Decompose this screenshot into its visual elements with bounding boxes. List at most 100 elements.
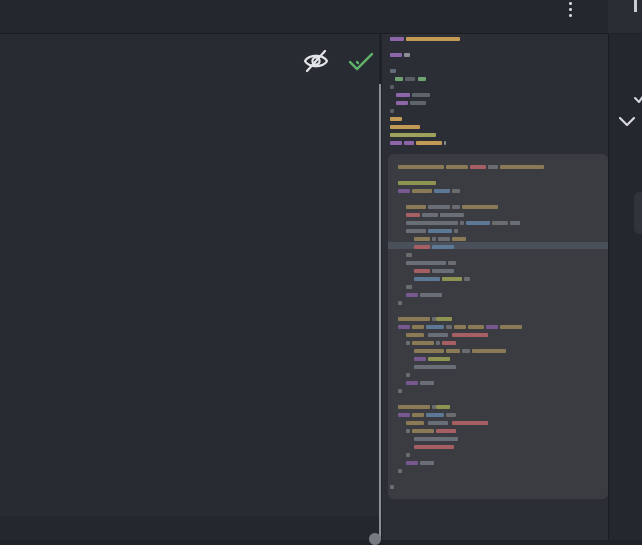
preview-line (452, 205, 460, 209)
minimap-line (416, 141, 442, 145)
preview-line (426, 325, 444, 329)
preview-line (440, 213, 464, 217)
preview-line (436, 429, 456, 433)
preview-line (462, 205, 498, 209)
minimap-line (404, 141, 414, 145)
preview-line (428, 357, 450, 361)
preview-line (428, 205, 450, 209)
preview-line (436, 405, 450, 409)
preview-line (434, 189, 450, 193)
preview-line (406, 333, 424, 337)
chevron-down-icon[interactable] (617, 114, 637, 130)
checkmark-icon[interactable] (347, 47, 375, 75)
preview-line (462, 349, 470, 353)
preview-line (452, 333, 488, 337)
preview-line (436, 317, 452, 321)
minimap-line (406, 37, 460, 41)
preview-line (398, 165, 444, 169)
preview-line (428, 333, 448, 337)
preview-line (446, 413, 456, 417)
preview-line (500, 165, 544, 169)
preview-line (398, 469, 402, 473)
preview-line (414, 445, 454, 449)
preview-line (432, 269, 454, 273)
preview-line (446, 349, 460, 353)
editor-pane[interactable] (0, 34, 379, 516)
preview-line (472, 349, 506, 353)
preview-line (414, 277, 440, 281)
minimap-line (418, 77, 426, 81)
preview-line (406, 221, 458, 225)
preview-line (464, 277, 470, 281)
status-strip (0, 516, 379, 540)
minimap-line (395, 77, 403, 81)
preview-line (486, 325, 498, 329)
minimap-line (390, 141, 402, 145)
preview-line (398, 181, 436, 185)
eye-off-icon[interactable] (302, 47, 330, 75)
minimap-line (396, 101, 408, 105)
preview-line (406, 461, 418, 465)
preview-line (414, 349, 444, 353)
minimap-line (390, 85, 394, 89)
minimap-line (390, 109, 394, 113)
preview-line (412, 325, 424, 329)
preview-line (448, 261, 456, 265)
preview-line (428, 229, 452, 233)
preview-line (406, 261, 446, 265)
preview-line (414, 237, 430, 241)
preview-line (406, 453, 410, 457)
preview-line (406, 293, 418, 297)
splitter[interactable] (379, 84, 381, 540)
preview-line (454, 325, 466, 329)
minimap-line (390, 53, 402, 57)
preview-line (390, 485, 394, 489)
preview-line (446, 165, 468, 169)
preview-line (470, 165, 486, 169)
preview-line (398, 301, 402, 305)
preview-line (446, 325, 452, 329)
splitter-handle[interactable] (369, 533, 381, 545)
preview-line (414, 269, 430, 273)
minimap-line (390, 133, 436, 137)
preview-line (428, 421, 448, 425)
minimap-line (444, 141, 446, 145)
preview-line (414, 245, 430, 249)
preview-line (422, 213, 438, 217)
minimap-line (390, 37, 404, 41)
preview-line (414, 357, 426, 361)
preview-line (398, 317, 430, 321)
preview-line (442, 277, 462, 281)
preview-line (398, 389, 402, 393)
minimap-line (405, 77, 415, 81)
minimap-line (410, 101, 426, 105)
preview-line (412, 341, 434, 345)
preview-line (452, 421, 488, 425)
preview-line (500, 325, 522, 329)
preview-line (412, 413, 424, 417)
preview-line (420, 461, 434, 465)
side-tab[interactable] (634, 192, 642, 234)
more-vertical-icon[interactable] (563, 0, 577, 18)
preview-line (398, 405, 430, 409)
right-side-panel (608, 34, 642, 540)
preview-line (398, 325, 410, 329)
preview-line (454, 229, 458, 233)
preview-line (414, 437, 458, 441)
minimap-line (396, 93, 410, 97)
preview-line (460, 221, 464, 225)
preview-line (412, 189, 432, 193)
preview-line (432, 237, 436, 241)
preview-line (510, 221, 520, 225)
preview-line (438, 237, 450, 241)
preview-line (406, 381, 418, 385)
preview-line (466, 221, 490, 225)
preview-line (452, 189, 460, 193)
preview-line (406, 421, 424, 425)
preview-line (406, 285, 412, 289)
preview-line (412, 429, 434, 433)
preview-line (442, 341, 456, 345)
preview-line (426, 413, 444, 417)
right-panel-tab[interactable] (608, 0, 642, 33)
check-icon[interactable] (633, 90, 642, 104)
